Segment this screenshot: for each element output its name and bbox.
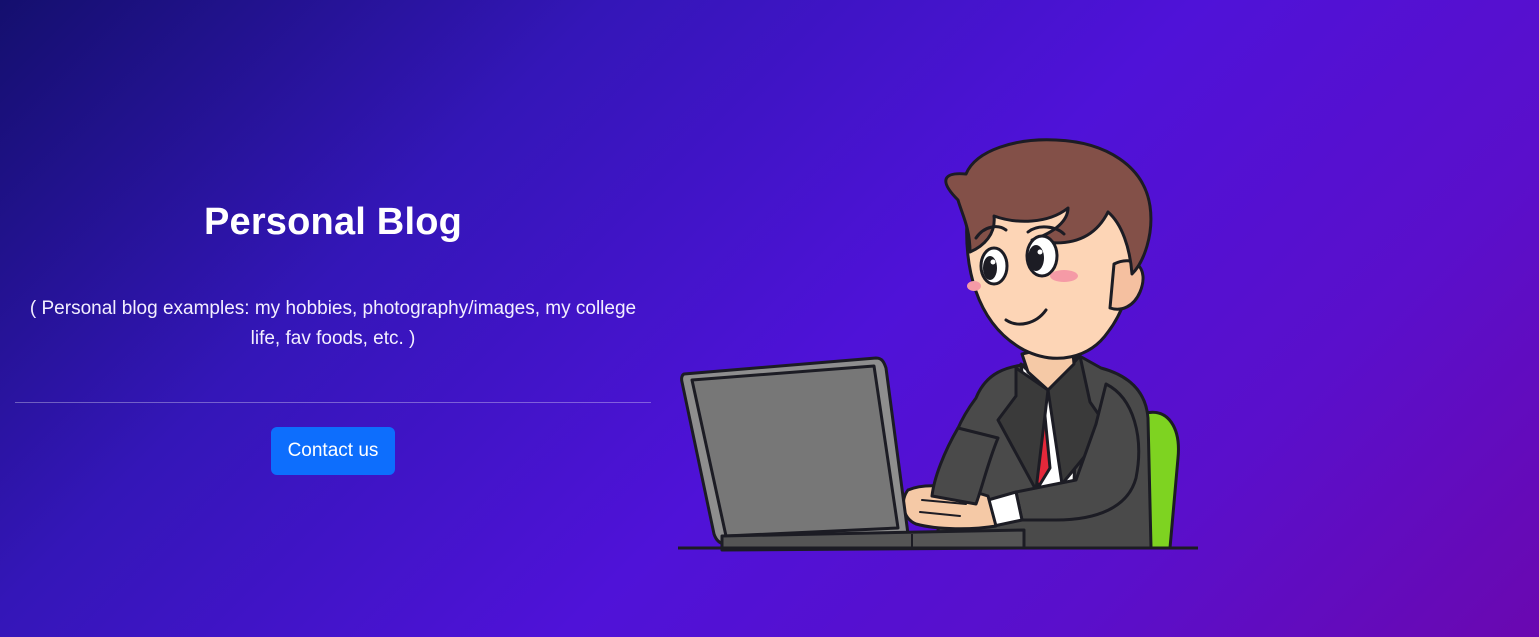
contact-us-button[interactable]: Contact us	[270, 427, 396, 475]
page-title: Personal Blog	[203, 201, 463, 243]
cta-wrapper: Contact us	[15, 427, 651, 475]
man-typing-on-laptop-illustration	[678, 138, 1198, 552]
divider	[15, 402, 651, 403]
page-subtitle: ( Personal blog examples: my hobbies, ph…	[29, 298, 637, 349]
hero-text-column: Personal Blog ( Personal blog examples: …	[15, 190, 651, 475]
hero-section: Personal Blog ( Personal blog examples: …	[0, 0, 1539, 637]
